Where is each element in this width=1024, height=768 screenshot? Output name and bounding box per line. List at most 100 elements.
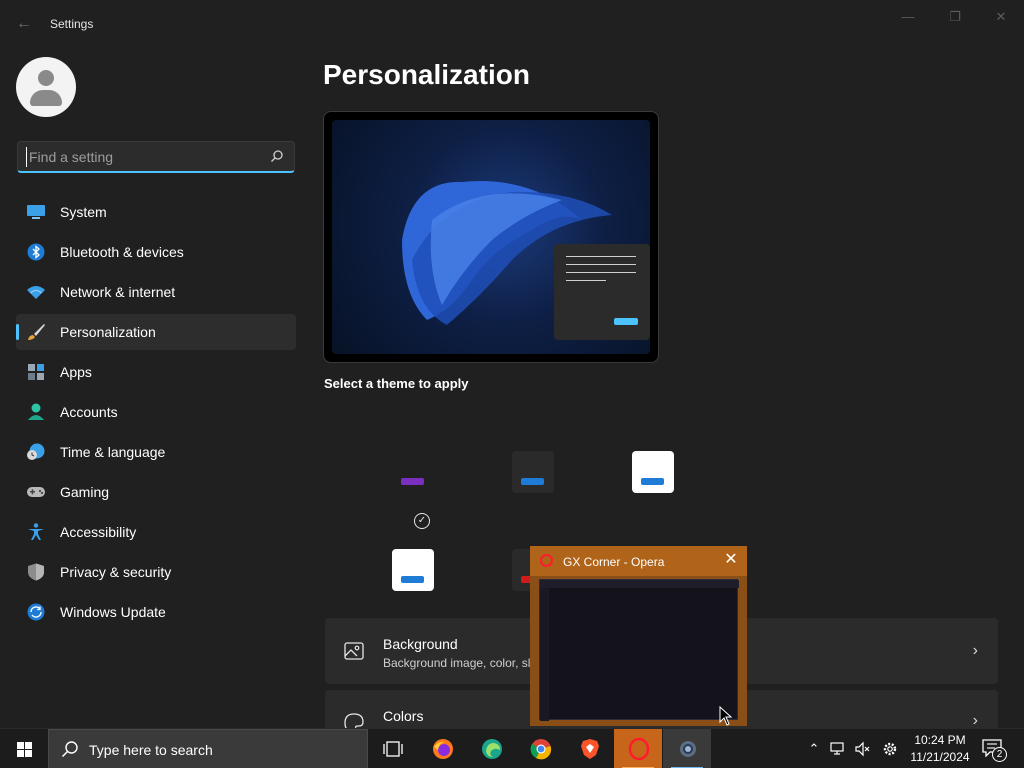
sidebar-item-label: Accounts	[60, 404, 118, 420]
dialog-button	[614, 318, 638, 325]
opera-taskbar-button[interactable]	[614, 729, 662, 768]
globe-clock-icon	[27, 443, 45, 460]
sidebar-item-network[interactable]: Network & internet	[16, 274, 296, 310]
edge-taskbar-button[interactable]	[467, 729, 515, 768]
theme-selected-check-icon: ✓	[414, 513, 430, 529]
sidebar-item-time-language[interactable]: Time & language	[16, 434, 296, 470]
settings-icon	[680, 741, 696, 757]
chevron-up-icon[interactable]: ⌃	[806, 741, 822, 757]
sidebar-item-apps[interactable]: Apps	[16, 354, 296, 390]
chevron-right-icon: ›	[972, 642, 978, 659]
thumbnail-close-icon[interactable]: ✕	[723, 552, 739, 568]
account-icon	[28, 403, 44, 420]
thumbnail-window-preview[interactable]	[539, 579, 739, 721]
close-button[interactable]: ✕	[978, 6, 1024, 28]
theme-tile-2[interactable]	[512, 451, 554, 493]
search-icon	[61, 741, 78, 758]
task-view-button[interactable]	[368, 729, 416, 768]
opera-icon	[628, 738, 650, 760]
dialog-line	[566, 280, 606, 281]
volume-muted-icon[interactable]	[855, 741, 871, 757]
gear-icon[interactable]	[882, 741, 898, 757]
windows-logo-part	[25, 750, 32, 757]
windows-logo-part	[17, 750, 24, 757]
sidebar-item-accounts[interactable]: Accounts	[16, 394, 296, 430]
back-arrow-icon[interactable]: ←	[14, 14, 34, 34]
theme-section-label: Select a theme to apply	[324, 376, 469, 391]
sidebar-item-label: System	[60, 204, 107, 220]
app-title: Settings	[50, 17, 94, 31]
card-title: Background	[383, 636, 458, 652]
taskbar-search-box[interactable]: Type here to search	[48, 729, 368, 768]
task-view-icon	[383, 741, 403, 757]
edge-icon	[482, 739, 502, 759]
sidebar-item-label: Accessibility	[60, 524, 137, 540]
theme-accent-bar	[521, 478, 544, 485]
taskbar-clock[interactable]: 10:24 PM 11/21/2024	[904, 732, 976, 766]
opera-icon	[540, 554, 553, 567]
opera-thumbnail-popup[interactable]: GX Corner - Opera ✕	[530, 546, 747, 726]
windows-logo-part	[25, 742, 32, 749]
settings-taskbar-button[interactable]	[663, 729, 711, 768]
theme-tile-3[interactable]	[632, 451, 674, 493]
sidebar-item-label: Apps	[60, 364, 92, 380]
shield-icon	[28, 563, 44, 581]
firefox-taskbar-button[interactable]	[418, 729, 466, 768]
windows-logo-icon	[17, 742, 24, 749]
sidebar-item-label: Privacy & security	[60, 564, 172, 580]
image-icon	[344, 642, 364, 660]
dialog-line	[566, 264, 636, 265]
chrome-taskbar-button[interactable]	[516, 729, 564, 768]
card-subtitle: Background image, color, sl	[383, 656, 531, 670]
apps-icon	[28, 364, 44, 380]
thumbnail-title-bar: GX Corner - Opera ✕	[530, 546, 747, 576]
title-bar: ← Settings — ❐ ✕	[0, 0, 1024, 48]
update-icon	[27, 603, 45, 621]
theme-tile-1[interactable]	[392, 451, 434, 493]
taskbar-search-label: Type here to search	[89, 742, 213, 758]
dialog-line	[566, 272, 636, 273]
sidebar-item-privacy-security[interactable]: Privacy & security	[16, 554, 296, 590]
sidebar-item-bluetooth[interactable]: Bluetooth & devices	[16, 234, 296, 270]
sidebar-item-label: Bluetooth & devices	[60, 244, 184, 260]
user-avatar[interactable]	[16, 57, 76, 117]
sidebar-item-system[interactable]: System	[16, 194, 296, 230]
gamepad-icon	[27, 487, 45, 497]
avatar-head	[38, 70, 54, 86]
notification-count-badge: 2	[992, 747, 1007, 762]
restore-button[interactable]: ❐	[932, 6, 978, 28]
brave-taskbar-button[interactable]	[565, 729, 613, 768]
sidebar-item-gaming[interactable]: Gaming	[16, 474, 296, 510]
sidebar-item-label: Time & language	[60, 444, 166, 460]
mouse-cursor-icon	[719, 706, 733, 726]
avatar-body	[30, 90, 62, 106]
start-button[interactable]	[0, 729, 48, 768]
thumbnail-title: GX Corner - Opera	[563, 555, 665, 569]
minimize-button[interactable]: —	[885, 6, 931, 28]
taskbar: Type here to search ⌃ 10:24 PM 11/21/202…	[0, 728, 1024, 768]
notification-center-button[interactable]: 2	[980, 739, 1010, 762]
dialog-line	[566, 256, 636, 257]
settings-search-box[interactable]	[17, 141, 295, 173]
sidebar-item-label: Gaming	[60, 484, 110, 500]
chrome-icon	[530, 739, 552, 760]
network-icon[interactable]	[830, 741, 846, 757]
sidebar-item-windows-update[interactable]: Windows Update	[16, 594, 296, 630]
wifi-icon	[27, 286, 45, 299]
paintbrush-icon	[28, 324, 45, 340]
theme-tile-4[interactable]	[392, 549, 434, 591]
search-icon[interactable]	[270, 149, 284, 163]
firefox-icon	[433, 739, 453, 759]
search-input[interactable]	[26, 147, 261, 167]
sidebar-item-personalization[interactable]: Personalization	[16, 314, 296, 350]
page-title: Personalization	[323, 59, 530, 90]
theme-accent-bar	[401, 576, 424, 583]
sidebar-item-label: Personalization	[60, 324, 156, 340]
preview-tab-strip	[540, 580, 739, 588]
wallpaper-preview	[332, 120, 650, 354]
theme-accent-bar	[401, 478, 424, 485]
card-title: Colors	[383, 708, 424, 724]
clock-time: 10:24 PM	[914, 733, 966, 747]
theme-accent-bar	[641, 478, 664, 485]
sidebar-item-accessibility[interactable]: Accessibility	[16, 514, 296, 550]
